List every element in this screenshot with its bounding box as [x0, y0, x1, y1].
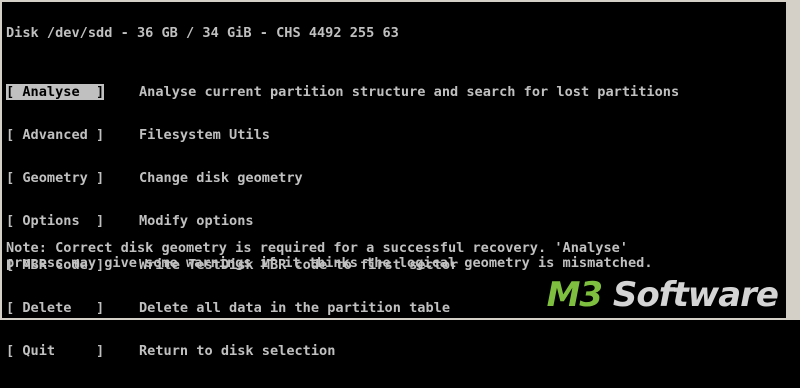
- note-line-1: Note: Correct disk geometry is required …: [6, 240, 628, 256]
- menu-item-options[interactable]: [ Options ] Modify options: [6, 213, 679, 230]
- menu-item-description: Analyse current partition structure and …: [139, 83, 680, 100]
- disk-info-line: Disk /dev/sdd - 36 GB / 34 GiB - CHS 449…: [6, 25, 399, 41]
- note-line-2: process may give some warnings if it thi…: [6, 255, 653, 271]
- terminal-window: Disk /dev/sdd - 36 GB / 34 GiB - CHS 449…: [0, 0, 800, 358]
- watermark-suffix: Software: [602, 275, 779, 315]
- menu-item-description: Modify options: [139, 213, 254, 230]
- menu-item-quit[interactable]: [ Quit ] Return to disk selection: [6, 343, 679, 360]
- menu-item-description: Filesystem Utils: [139, 127, 270, 144]
- delete-button[interactable]: [ Delete ]: [6, 301, 139, 315]
- watermark-prefix: M3: [546, 275, 603, 315]
- menu-item-advanced[interactable]: [ Advanced ] Filesystem Utils: [6, 127, 679, 144]
- menu-item-geometry[interactable]: [ Geometry ] Change disk geometry: [6, 170, 679, 187]
- action-menu: [ Analyse ] Analyse current partition str…: [6, 56, 679, 387]
- options-button[interactable]: [ Options ]: [6, 214, 139, 228]
- menu-item-description: Change disk geometry: [139, 170, 303, 187]
- quit-button[interactable]: [ Quit ]: [6, 344, 139, 358]
- watermark-logo: M3 Software: [546, 275, 779, 315]
- geometry-button[interactable]: [ Geometry ]: [6, 171, 139, 185]
- console-area: Disk /dev/sdd - 36 GB / 34 GiB - CHS 449…: [6, 2, 786, 358]
- menu-item-analyse[interactable]: [ Analyse ] Analyse current partition str…: [6, 83, 680, 100]
- analyse-button[interactable]: [ Analyse ]: [6, 83, 139, 100]
- advanced-button[interactable]: [ Advanced ]: [6, 128, 139, 142]
- scrollbar[interactable]: [786, 2, 800, 318]
- menu-item-description: Delete all data in the partition table: [139, 299, 450, 316]
- menu-item-description: Return to disk selection: [139, 343, 336, 360]
